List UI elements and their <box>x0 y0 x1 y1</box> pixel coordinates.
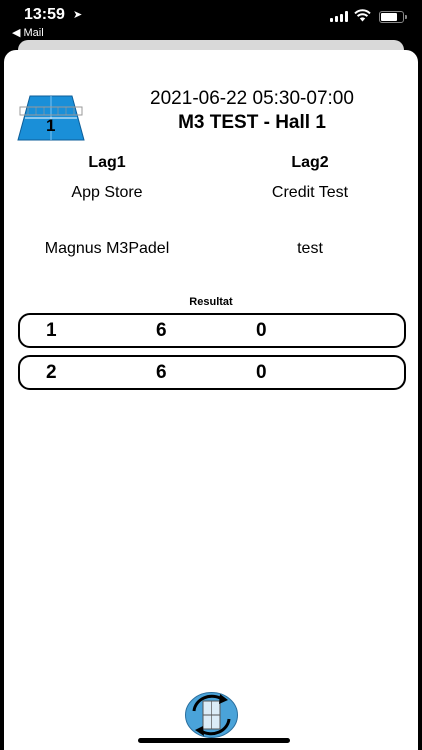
team1-player-2: Magnus M3Padel <box>44 240 170 257</box>
match-hall: M3 TEST - Hall 1 <box>178 112 326 133</box>
set-row-1[interactable]: 1 6 0 <box>18 313 406 348</box>
wifi-icon <box>354 9 371 22</box>
team1-player-1: App Store <box>71 184 143 201</box>
match-detail-sheet: 1 2021-06-22 05:30-07:00 M3 TEST - Hall … <box>4 50 418 750</box>
status-bar: 13:59 ➤ ◀ Mail <box>0 0 422 40</box>
team1-header: Lag1 <box>88 154 126 171</box>
team2-score: 0 <box>256 320 267 341</box>
team1-score: 6 <box>156 320 167 341</box>
back-to-mail-link[interactable]: ◀ Mail <box>12 26 44 39</box>
location-arrow-icon: ➤ <box>73 9 83 21</box>
set-number: 1 <box>46 320 57 341</box>
court-number: 1 <box>46 116 56 135</box>
result-label: Resultat <box>189 296 233 308</box>
set-number: 2 <box>46 362 57 383</box>
court-refresh-button[interactable] <box>184 691 239 739</box>
set-row-2[interactable]: 2 6 0 <box>18 355 406 390</box>
team2-player-2: test <box>297 240 323 257</box>
home-indicator <box>138 738 290 743</box>
team1-score: 6 <box>156 362 167 383</box>
cellular-signal-icon <box>330 11 348 22</box>
team2-header: Lag2 <box>291 154 329 171</box>
team2-score: 0 <box>256 362 267 383</box>
match-datetime: 2021-06-22 05:30-07:00 <box>150 88 354 109</box>
battery-cap <box>405 15 407 19</box>
team2-player-1: Credit Test <box>271 184 349 201</box>
battery-icon <box>379 11 404 23</box>
status-time: 13:59 <box>24 6 65 23</box>
